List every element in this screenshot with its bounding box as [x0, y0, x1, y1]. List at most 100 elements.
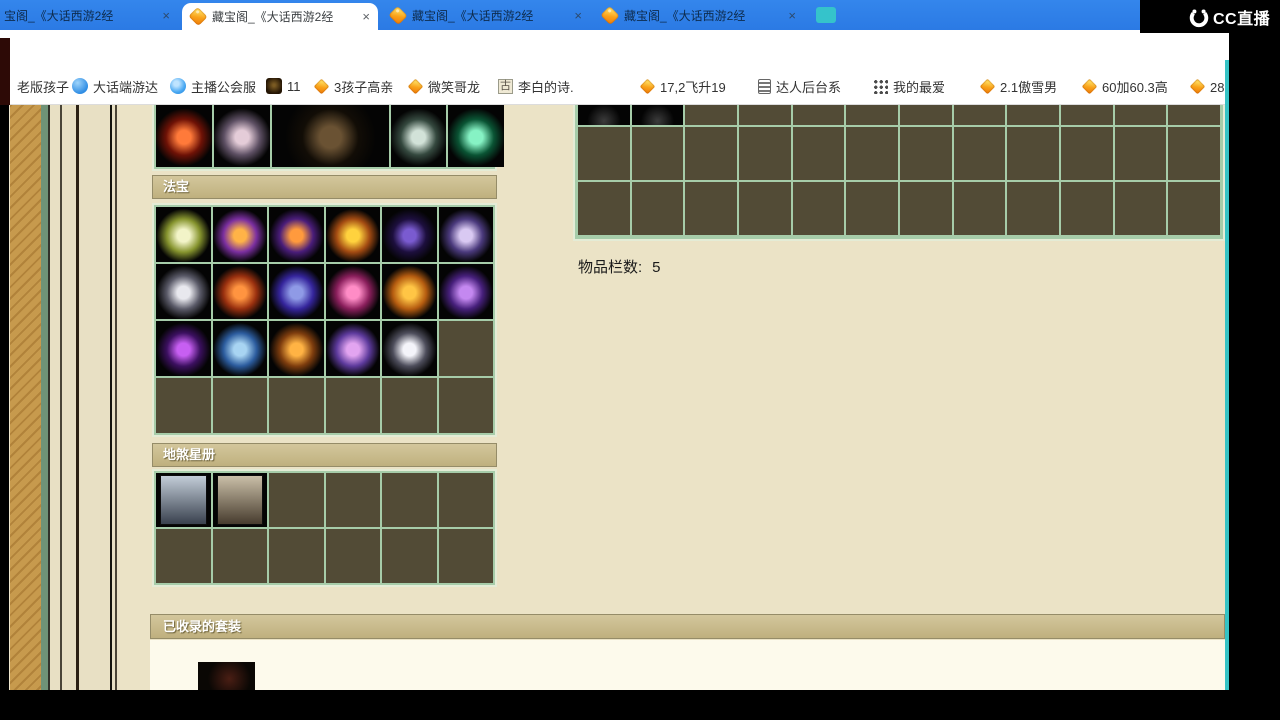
tab-cbg-3[interactable]: 藏宝阁_《大话西游2经 × — [382, 2, 590, 28]
bookmark-item[interactable]: 古李白的诗. — [498, 68, 574, 104]
fabao-section-header: 法宝 — [152, 175, 497, 199]
rosy-lantern-icon — [325, 264, 380, 319]
empty-slot — [739, 127, 791, 180]
bookmark-item[interactable]: 老版孩子 — [12, 68, 69, 104]
fabao-item-purple-whip[interactable] — [156, 321, 211, 376]
cbg-diamond-icon — [1081, 78, 1098, 94]
bookmark-item[interactable]: 我的最爱 — [872, 68, 945, 104]
tab-cbg-2-active[interactable]: 藏宝阁_《大话西游2经 × — [182, 3, 378, 30]
fabao-item-amber-idol[interactable] — [269, 321, 324, 376]
fabao-item-burning-tablet[interactable] — [212, 207, 267, 262]
item-count-label: 物品栏数: — [578, 259, 643, 276]
equip-item-jeweled-boots[interactable] — [214, 105, 270, 167]
left-overlay-strip — [0, 38, 10, 105]
empty-slot — [325, 378, 380, 433]
empty-slot — [685, 127, 737, 180]
spirit-claw-icon — [438, 207, 493, 262]
browser-toolbar: https://xy2.cbg.163.com/equip?s=19&eid=2… — [0, 30, 1231, 90]
empty-slot — [1168, 127, 1220, 180]
empty-slot — [438, 321, 493, 376]
disha-star-card-warrior-1[interactable] — [156, 473, 211, 527]
empty-slot — [438, 378, 493, 433]
jade-orb-icon — [448, 105, 504, 167]
equip-item-jade-orb[interactable] — [448, 105, 504, 167]
bookmark-item[interactable]: 微笑哥龙 — [407, 68, 480, 104]
empty-slot — [631, 182, 684, 235]
tab-title: 藏宝阁_《大话西游2经 — [212, 10, 334, 24]
disha-grid — [152, 469, 497, 587]
page-border-strip — [115, 105, 117, 690]
fabao-item-glowing-tome[interactable] — [156, 207, 211, 262]
equip-item-dark-robe-figure[interactable] — [272, 105, 389, 167]
screen: 宝阁_《大话西游2经 × 藏宝阁_《大话西游2经 × 藏宝阁_《大话西游2经 ×… — [0, 0, 1280, 720]
set-item-thumbnail[interactable] — [198, 662, 255, 690]
empty-slot — [1114, 127, 1167, 180]
bookmark-item[interactable]: 11 — [266, 68, 301, 104]
fabao-item-spirit-claw[interactable] — [438, 207, 493, 262]
empty-slot — [1061, 105, 1113, 125]
fabao-item-dark-ring-orb[interactable] — [382, 207, 437, 262]
fabao-item-rosy-lantern[interactable] — [325, 264, 380, 319]
fabao-item-flame-bell[interactable] — [212, 264, 267, 319]
bookmark-label: 3孩子高亲 — [334, 79, 394, 95]
star-card-warrior-2-icon — [216, 475, 263, 525]
disha-star-card-warrior-2[interactable] — [212, 473, 267, 527]
fabao-item-violet-harp[interactable] — [438, 264, 493, 319]
bookmark-item[interactable]: 3孩子高亲 — [313, 68, 394, 104]
empty-slot — [325, 473, 380, 527]
empty-slot — [382, 473, 437, 527]
jade-belt-icon — [391, 105, 446, 167]
fabao-item-azure-scroll[interactable] — [269, 264, 324, 319]
empty-slot — [792, 182, 845, 235]
empty-slot — [382, 378, 437, 433]
golden-flame-pillar-icon — [325, 207, 380, 262]
tab-cbg-1[interactable]: 宝阁_《大话西游2经 × — [0, 2, 178, 28]
bookmark-label: 我的最爱 — [893, 79, 946, 95]
empty-slot — [739, 105, 791, 125]
bookmark-item[interactable]: 达人后台系 — [758, 68, 841, 104]
cbg-diamond-icon — [1189, 78, 1206, 94]
bookmark-item[interactable]: 17,2飞升19 — [639, 68, 726, 104]
close-tab-icon[interactable]: × — [574, 8, 582, 23]
inventory-item[interactable] — [578, 105, 630, 125]
fabao-item-golden-flame-pillar[interactable] — [325, 207, 380, 262]
left-overlay-strip — [0, 105, 9, 690]
faint-item-icon — [578, 105, 630, 125]
cbg-diamond-icon — [979, 78, 996, 94]
bookmark-item[interactable]: 大话端游达 — [72, 68, 158, 104]
inventory-item[interactable] — [631, 105, 684, 125]
fabao-item-flame-lute[interactable] — [269, 207, 324, 262]
fabao-item-silver-mirror[interactable] — [382, 321, 437, 376]
bookmark-item[interactable]: 2.1傲雪男 — [979, 68, 1057, 104]
empty-slot — [953, 105, 1006, 125]
close-tab-icon[interactable]: × — [362, 9, 370, 24]
empty-slot — [438, 529, 493, 583]
empty-slot — [739, 182, 791, 235]
close-tab-icon[interactable]: × — [788, 8, 796, 23]
fabao-item-frost-gauntlet[interactable] — [212, 321, 267, 376]
golden-bloom-icon — [382, 264, 437, 319]
glowing-tome-icon — [156, 207, 211, 262]
tab-cbg-4[interactable]: 藏宝阁_《大话西游2经 × — [594, 2, 804, 28]
empty-slot — [269, 473, 324, 527]
grid-dots-icon — [872, 78, 888, 94]
equip-item-jade-belt[interactable] — [391, 105, 446, 167]
close-tab-icon[interactable]: × — [162, 8, 170, 23]
new-tab-button[interactable] — [816, 7, 836, 23]
equip-item-red-lantern-charm[interactable] — [156, 105, 212, 167]
bookmark-label: 李白的诗. — [518, 79, 574, 95]
fabao-item-silver-fan[interactable] — [156, 264, 211, 319]
bookmark-item[interactable]: 60加60.3高 — [1081, 68, 1168, 104]
gold-pattern-strip — [10, 105, 41, 690]
fabao-item-golden-bloom[interactable] — [382, 264, 437, 319]
empty-slot — [900, 182, 952, 235]
empty-slot — [1007, 182, 1059, 235]
empty-slot — [1168, 182, 1220, 235]
bookmark-label: 11 — [287, 78, 301, 94]
browser-tab-bar: 宝阁_《大话西游2经 × 藏宝阁_《大话西游2经 × 藏宝阁_《大话西游2经 ×… — [0, 0, 1280, 30]
green-strip — [41, 105, 48, 690]
empty-slot — [438, 473, 493, 527]
fabao-item-blossom-wand[interactable] — [325, 321, 380, 376]
bookmark-item[interactable]: 主播公会服 — [170, 68, 256, 104]
empty-slot — [1168, 105, 1220, 125]
